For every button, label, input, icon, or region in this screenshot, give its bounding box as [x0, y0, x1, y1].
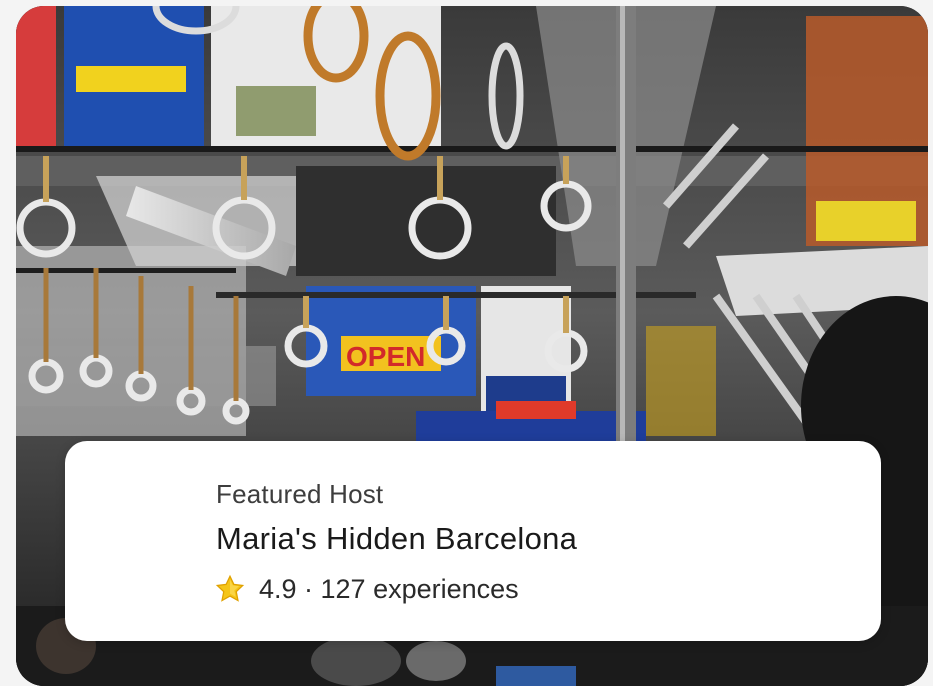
rating-text: 4.9 · 127 experiences: [259, 573, 519, 604]
featured-host-card[interactable]: OPEN Featured Host Maria's Hidden Barcel…: [16, 6, 928, 686]
star-icon: [215, 574, 245, 604]
open-sign-text: OPEN: [346, 341, 425, 372]
host-title: Maria's Hidden Barcelona: [216, 521, 578, 556]
eyebrow-label: Featured Host: [216, 479, 384, 509]
rating-row: 4.9 · 127 experiences: [215, 571, 519, 607]
host-info-card[interactable]: Featured Host Maria's Hidden Barcelona 4…: [65, 441, 881, 641]
